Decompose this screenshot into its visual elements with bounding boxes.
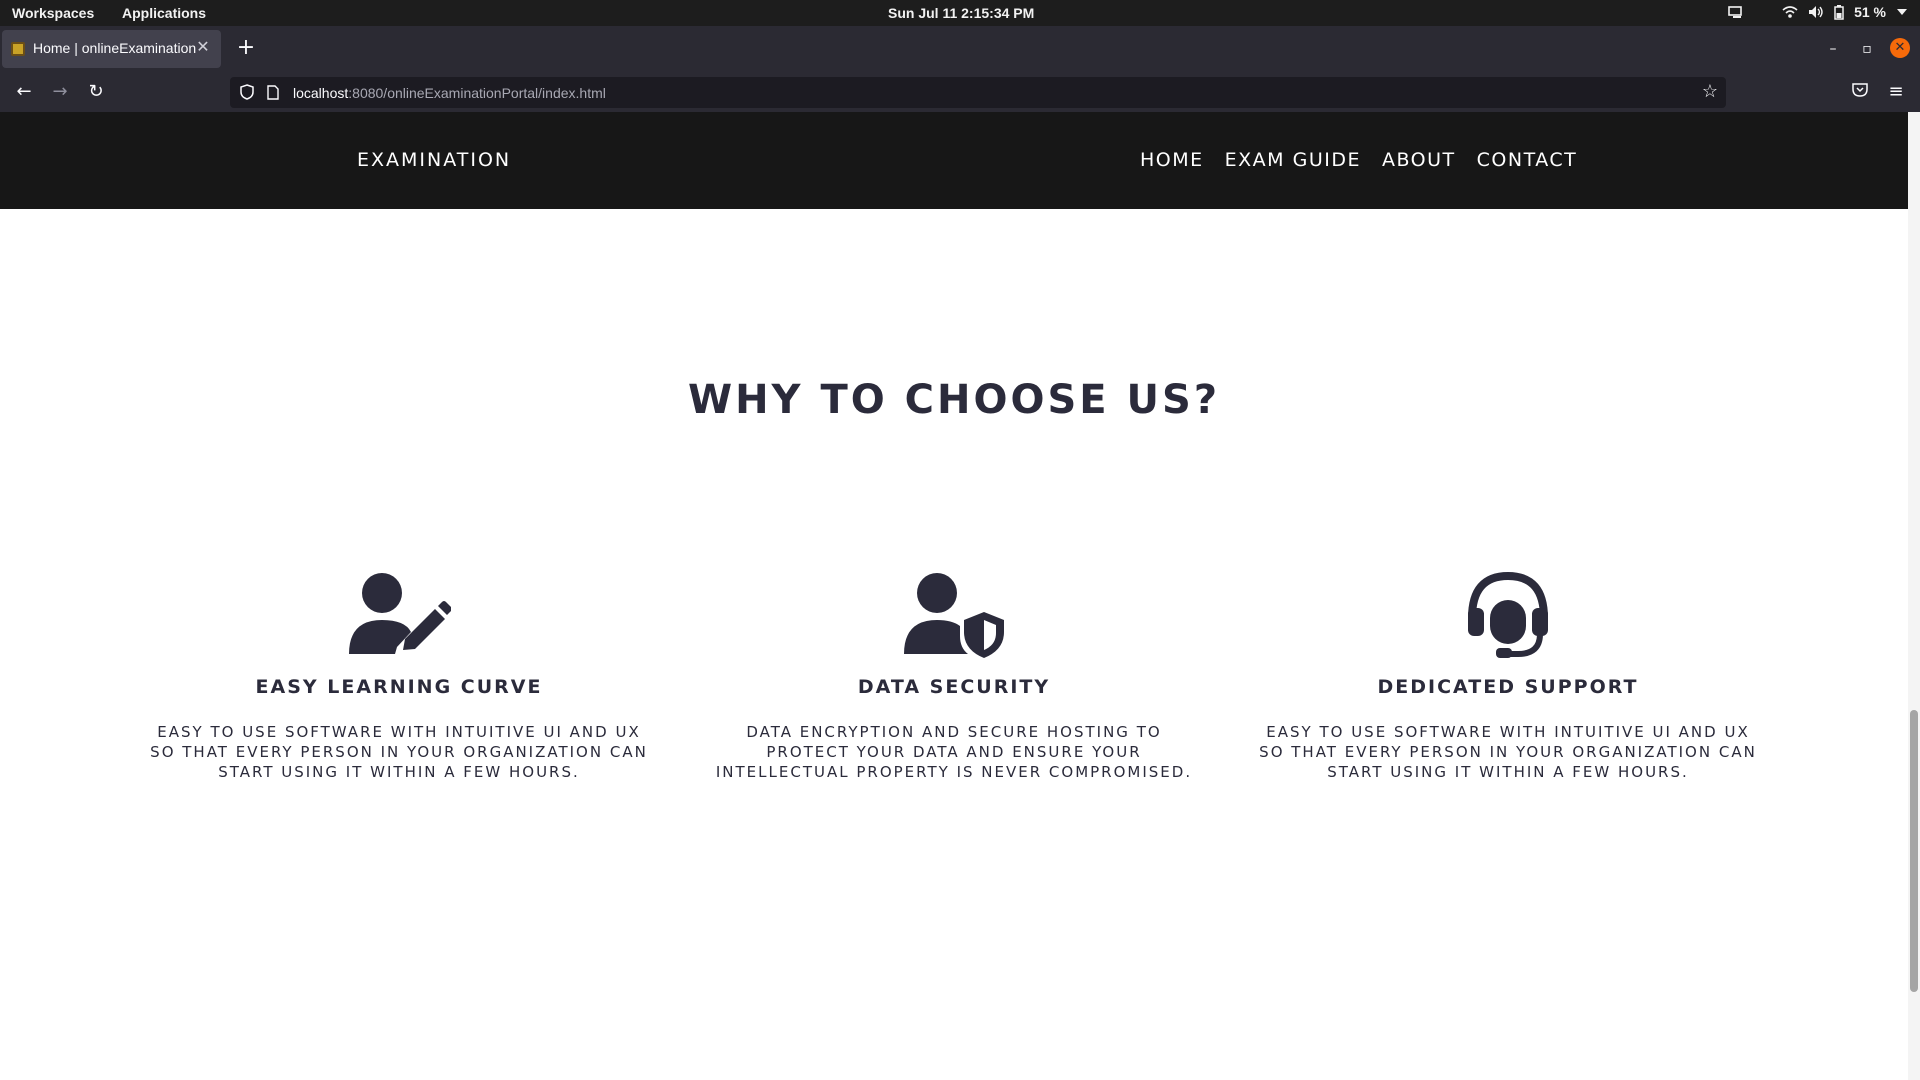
address-bar[interactable]: localhost:8080/onlineExaminationPortal/i… xyxy=(230,77,1726,108)
battery-icon[interactable] xyxy=(1834,4,1844,20)
browser-tab-strip: Home | onlineExaminationPortal ✕ + – ▫ xyxy=(0,26,1920,72)
tab-title: Home | onlineExaminationPortal xyxy=(33,40,196,56)
battery-percent: 51 % xyxy=(1854,4,1886,20)
favicon-icon xyxy=(11,42,25,56)
bookmark-star-icon[interactable]: ☆ xyxy=(1702,81,1718,102)
feature-description: EASY TO USE SOFTWARE WITH INTUITIVE UI A… xyxy=(150,723,648,781)
nav-contact[interactable]: CONTACT xyxy=(1477,149,1578,171)
feature-description: DATA ENCRYPTION AND SECURE HOSTING TO PR… xyxy=(715,723,1193,781)
workspaces-button[interactable]: Workspaces xyxy=(12,5,94,21)
user-shield-icon xyxy=(904,573,1004,658)
page-scrollbar[interactable] xyxy=(1908,112,1920,1080)
feature-dedicated-support: DEDICATED SUPPORT EASY TO USE SOFTWARE W… xyxy=(1248,572,1768,782)
url-host: localhost xyxy=(293,85,349,101)
url-text[interactable]: localhost:8080/onlineExaminationPortal/i… xyxy=(293,85,606,101)
feature-description: EASY TO USE SOFTWARE WITH INTUITIVE UI A… xyxy=(1259,723,1757,781)
new-tab-button[interactable]: + xyxy=(234,36,258,60)
screen-icon[interactable] xyxy=(1728,5,1744,19)
wifi-icon[interactable] xyxy=(1782,5,1798,19)
scrollbar-thumb[interactable] xyxy=(1910,710,1918,992)
nav-about[interactable]: ABOUT xyxy=(1382,149,1456,171)
hamburger-menu-icon[interactable]: ≡ xyxy=(1882,80,1910,104)
minimize-window-button[interactable]: – xyxy=(1822,38,1844,60)
site-nav: HOME EXAM GUIDE ABOUT CONTACT xyxy=(1140,149,1577,171)
site-header: EXAMINATION HOME EXAM GUIDE ABOUT CONTAC… xyxy=(0,112,1908,209)
pocket-icon[interactable] xyxy=(1846,80,1874,104)
feature-title: EASY LEARNING CURVE xyxy=(255,676,543,698)
applications-button[interactable]: Applications xyxy=(122,5,206,21)
url-path: :8080/onlineExaminationPortal/index.html xyxy=(348,85,606,101)
feature-title: DATA SECURITY xyxy=(857,676,1051,698)
back-button[interactable]: ← xyxy=(10,80,38,104)
site-brand[interactable]: EXAMINATION xyxy=(357,149,511,171)
volume-icon[interactable] xyxy=(1808,5,1824,19)
system-tray[interactable]: 51 % xyxy=(1728,4,1908,20)
os-top-bar: Workspaces Applications Sun Jul 11 2:15:… xyxy=(0,0,1920,26)
headset-icon xyxy=(1468,572,1548,658)
user-pen-icon xyxy=(349,573,451,654)
browser-tab-home[interactable]: Home | onlineExaminationPortal ✕ xyxy=(2,30,221,68)
close-window-button[interactable]: ✕ xyxy=(1890,38,1910,58)
page-info-icon[interactable] xyxy=(267,85,279,103)
page-viewport: EXAMINATION HOME EXAM GUIDE ABOUT CONTAC… xyxy=(0,112,1920,1080)
nav-home[interactable]: HOME xyxy=(1140,149,1204,171)
section-title: WHY TO CHOOSE US? xyxy=(687,377,1221,423)
maximize-window-button[interactable]: ▫ xyxy=(1856,38,1878,60)
browser-nav-bar: ← → ↻ localhost:8080/onlineExaminationPo… xyxy=(0,72,1920,112)
nav-exam-guide[interactable]: EXAM GUIDE xyxy=(1225,149,1361,171)
tracking-shield-icon[interactable] xyxy=(240,84,254,103)
clock[interactable]: Sun Jul 11 2:15:34 PM xyxy=(888,5,1034,21)
forward-button[interactable]: → xyxy=(46,80,74,104)
reload-button[interactable]: ↻ xyxy=(82,80,110,104)
close-tab-icon[interactable]: ✕ xyxy=(193,38,213,58)
feature-data-security: DATA SECURITY DATA ENCRYPTION AND SECURE… xyxy=(694,572,1214,782)
chevron-down-icon[interactable] xyxy=(1896,8,1908,16)
feature-title: DEDICATED SUPPORT xyxy=(1377,676,1639,698)
feature-easy-learning: EASY LEARNING CURVE EASY TO USE SOFTWARE… xyxy=(139,572,659,782)
